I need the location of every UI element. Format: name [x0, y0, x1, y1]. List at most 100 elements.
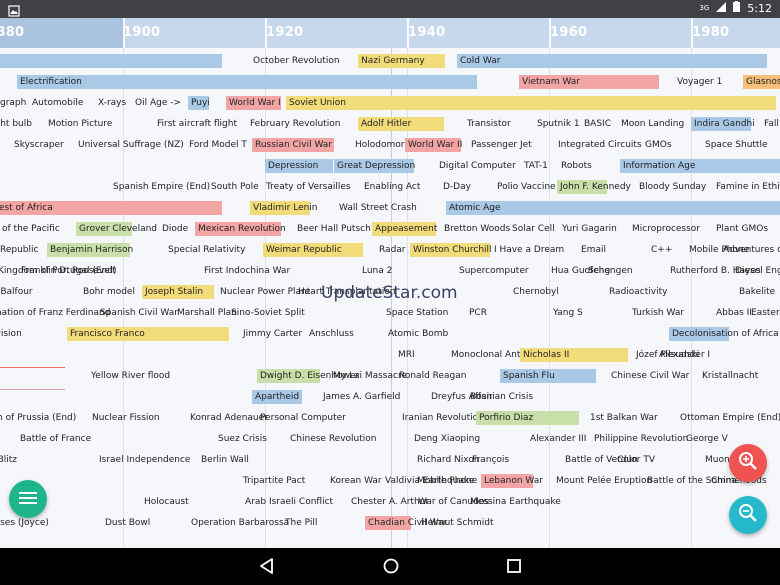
event-diode[interactable]: Diode [159, 222, 188, 236]
event-grover-cleveland[interactable]: Grover Cleveland [76, 222, 157, 236]
event-solar-cell[interactable]: Solar Cell [509, 222, 555, 236]
event-turkish-war[interactable]: Turkish War [629, 306, 684, 320]
event-microprocessor[interactable]: Microprocessor [629, 222, 700, 236]
event-first-aircraft-flight[interactable]: First aircraft flight [154, 117, 237, 131]
event-beer-hall-putsch[interactable]: Beer Hall Putsch [294, 222, 371, 236]
event-puyi[interactable]: Puyi [188, 96, 210, 110]
event-great-depression[interactable]: Great Depression [334, 159, 415, 173]
event-messina-earthquake[interactable]: Messina Earthquake [467, 495, 561, 509]
event-basic[interactable]: BASIC [581, 117, 611, 131]
event-sino-soviet-split[interactable]: Sino-Soviet Split [228, 306, 305, 320]
event-the-blitz[interactable]: The Blitz [0, 453, 17, 467]
event-ronald-reagan[interactable]: Ronald Reagan [396, 369, 466, 383]
event-deng-xiaoping[interactable]: Deng Xiaoping [411, 432, 480, 446]
event-television[interactable]: Television [0, 327, 22, 341]
event-israel-independence[interactable]: Israel Independence [96, 453, 190, 467]
event-franklin-d-roosevelt[interactable]: Franklin D. Roosevelt [18, 264, 116, 278]
event-cold-war[interactable]: Cold War [457, 54, 767, 68]
event-sputnik-1[interactable]: Sputnik 1 [534, 117, 580, 131]
event-depression[interactable]: Depression [265, 159, 333, 173]
event-benjamin-harrison[interactable]: Benjamin Harrison [47, 243, 133, 257]
event-color-tv[interactable]: Color TV [614, 453, 655, 467]
event-robots[interactable]: Robots [558, 159, 592, 173]
event-fall[interactable]: Fall [761, 117, 779, 131]
event-i-have-a-dream[interactable]: I Have a Dream [491, 243, 564, 257]
event-winston-churchill[interactable]: Winston Churchill [410, 243, 492, 257]
event-plant-gmos[interactable]: Plant GMOs [713, 222, 768, 236]
event-bosnian-crisis[interactable]: Bosnian Crisis [467, 390, 533, 404]
event-atomic-age[interactable]: Atomic Age [446, 201, 780, 215]
event-assassination-of-franz-ferdinand[interactable]: Assassination of Franz Ferdinand [0, 306, 110, 320]
event-voyager-1[interactable]: Voyager 1 [674, 75, 722, 89]
event-space-station[interactable]: Space Station [383, 306, 448, 320]
event-dust-bowl[interactable]: Dust Bowl [102, 516, 150, 530]
event-nuclear-fission[interactable]: Nuclear Fission [89, 411, 160, 425]
event-october-revolution[interactable]: October Revolution [250, 54, 340, 68]
event-weimar-republic[interactable]: Weimar Republic [263, 243, 363, 257]
event-revolution[interactable]: Revolution [0, 54, 222, 68]
event-philippine-revolution[interactable]: Philippine Revolution [591, 432, 688, 446]
event-joseph-stalin[interactable]: Joseph Stalin [142, 285, 214, 299]
event-passenger-jet[interactable]: Passenger Jet [468, 138, 532, 152]
event-email[interactable]: Email [578, 243, 606, 257]
event-yang-s[interactable]: Yang S [550, 306, 583, 320]
event-yuri-gagarin[interactable]: Yuri Gagarin [559, 222, 617, 236]
event-of-the-pacific[interactable]: of the Pacific [0, 222, 60, 236]
event-world-war-i[interactable]: World War I [226, 96, 281, 110]
event-spanish-flu[interactable]: Spanish Flu [500, 369, 596, 383]
event-apartheid[interactable]: Apartheid [252, 390, 302, 404]
event-light-bulb[interactable]: Light bulb [0, 117, 32, 131]
event-first-indochina-war[interactable]: First Indochina War [201, 264, 290, 278]
event-indira-gandhi[interactable]: Indira Gandhi [691, 117, 755, 131]
event-automobile[interactable]: Automobile [29, 96, 83, 110]
event-atomic-bomb[interactable]: Atomic Bomb [385, 327, 448, 341]
event-chinese-revolution[interactable]: Chinese Revolution [287, 432, 376, 446]
event-alexander-iii[interactable]: Alexander III [527, 432, 586, 446]
event-spanish-civil-war[interactable]: Spanish Civil War [97, 306, 178, 320]
event-gmos[interactable]: GMOs [642, 138, 672, 152]
event-ottoman-empire-end[interactable]: Ottoman Empire (End) [677, 411, 780, 425]
year-axis[interactable]: 1880 1900 1920 1940 1960 1980 [0, 18, 780, 48]
event-bohr-model[interactable]: Bohr model [80, 285, 135, 299]
event-berlin-wall[interactable]: Berlin Wall [198, 453, 249, 467]
event-luna-2[interactable]: Luna 2 [359, 264, 392, 278]
event-bloody-sunday[interactable]: Bloody Sunday [636, 180, 706, 194]
event-conquest-of-africa[interactable]: Conquest of Africa [0, 201, 222, 215]
event-holocaust[interactable]: Holocaust [141, 495, 189, 509]
event-abbas-ii[interactable]: Abbas II [713, 306, 752, 320]
event-spanish-empire-end[interactable]: Spanish Empire (End) [110, 180, 210, 194]
event-february-revolution[interactable]: February Revolution [247, 117, 340, 131]
event-muon[interactable]: Muon [702, 453, 730, 467]
event-digital-computer[interactable]: Digital Computer [436, 159, 516, 173]
event-mount-pel-e-eruption[interactable]: Mount Pelée Eruption [553, 474, 652, 488]
event-holodomor[interactable]: Holodomor [352, 138, 404, 152]
event-information-age[interactable]: Information Age [620, 159, 780, 173]
event-pcr[interactable]: PCR [466, 306, 487, 320]
event-mexican-revolution[interactable]: Mexican Revolution [195, 222, 286, 236]
event-radioactivity[interactable]: Radioactivity [606, 285, 667, 299]
event-lebanon-war[interactable]: Lebanon War [481, 474, 543, 488]
event-bakelite[interactable]: Bakelite [736, 285, 775, 299]
event-nazi-germany[interactable]: Nazi Germany [358, 54, 445, 68]
event-c[interactable]: C++ [648, 243, 672, 257]
back-button[interactable] [258, 557, 274, 579]
event-suez-crisis[interactable]: Suez Crisis [215, 432, 267, 446]
event-mri[interactable]: MRI [395, 348, 415, 362]
event-oil-age[interactable]: Oil Age -> [132, 96, 181, 110]
event-james-a-garfield[interactable]: James A. Garfield [320, 390, 400, 404]
event-konrad-adenauer[interactable]: Konrad Adenauer [187, 411, 268, 425]
event-x-rays[interactable]: X-rays [95, 96, 126, 110]
event-chernobyl[interactable]: Chernobyl [510, 285, 559, 299]
event-tat-1[interactable]: TAT-1 [521, 159, 548, 173]
event-polio-vaccine[interactable]: Polio Vaccine [494, 180, 556, 194]
event-world-war-ii[interactable]: World War II [405, 138, 462, 152]
event-electrification[interactable]: Electrification [17, 75, 477, 89]
event-soviet-union[interactable]: Soviet Union [286, 96, 776, 110]
event-operation-barbarossa[interactable]: Operation Barbarossa [188, 516, 289, 530]
event-alexander-i[interactable]: Alexander I [656, 348, 710, 362]
event-porfirio-diaz[interactable]: Porfirio Diaz [476, 411, 579, 425]
event-diesel-engine[interactable]: Diesel Engine [732, 264, 780, 278]
event-nicholas-ii[interactable]: Nicholas II [520, 348, 628, 362]
event-skyscraper[interactable]: Skyscraper [11, 138, 64, 152]
event-decolonisation-of-africa[interactable]: Decolonisation of Africa [669, 327, 779, 341]
